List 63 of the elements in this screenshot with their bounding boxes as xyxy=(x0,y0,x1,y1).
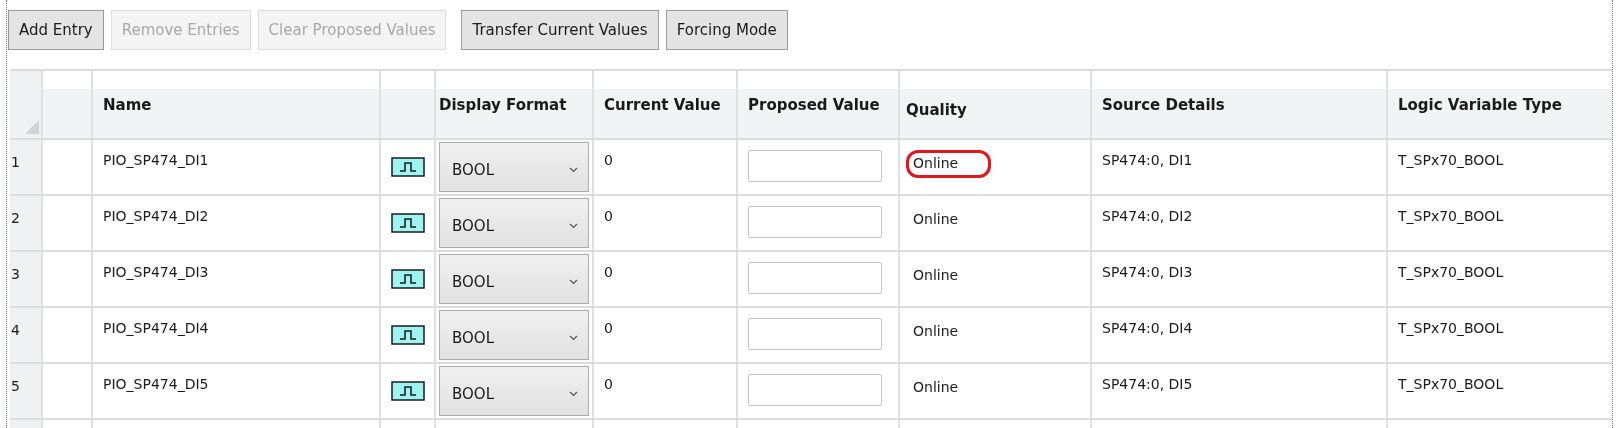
toolbar-button[interactable]: Forcing Mode xyxy=(665,10,788,50)
select-all-corner-icon[interactable] xyxy=(25,120,39,134)
row-header[interactable]: 3 xyxy=(10,252,43,306)
display-format-dropdown[interactable]: BOOL xyxy=(439,142,589,192)
proposed-value-field[interactable] xyxy=(748,150,882,182)
display-format-dropdown[interactable]: BOOL xyxy=(439,366,589,416)
table-cell-text: T_SPx70_BOOL xyxy=(1398,376,1504,394)
table-cell-text: SP474:0, DI1 xyxy=(1102,152,1193,170)
pulse-wave-icon[interactable] xyxy=(390,381,425,401)
proposed-value-field[interactable] xyxy=(748,374,882,406)
table-cell-text: Online xyxy=(912,322,960,341)
column-header[interactable]: Quality xyxy=(900,71,1092,138)
table-cell-text: 0 xyxy=(604,320,613,338)
table-cell-text: PIO_SP474_DI1 xyxy=(103,152,209,170)
table-cell-text: SP474:0, DI5 xyxy=(1102,376,1193,394)
table-cell-text: PIO_SP474_DI2 xyxy=(103,208,209,226)
table-cell-text: T_SPx70_BOOL xyxy=(1398,264,1504,282)
chevron-down-icon xyxy=(569,223,578,229)
row-header[interactable]: 2 xyxy=(10,196,43,250)
column-header[interactable]: Display Format xyxy=(436,71,594,138)
table-cell-text: SP474:0, DI3 xyxy=(1102,264,1193,282)
empty-column-header[interactable] xyxy=(43,71,93,138)
pulse-wave-icon[interactable] xyxy=(390,269,425,289)
column-header[interactable]: Current Value xyxy=(594,71,738,138)
table-cell-text: PIO_SP474_DI3 xyxy=(103,264,209,282)
row-header[interactable]: 4 xyxy=(10,308,43,362)
table-cell-text: 0 xyxy=(604,264,613,282)
column-header[interactable]: Proposed Value xyxy=(738,71,900,138)
table-cell-text: T_SPx70_BOOL xyxy=(1398,152,1504,170)
table-cell-text: SP474:0, DI4 xyxy=(1102,320,1193,338)
column-header[interactable]: Name xyxy=(93,71,381,138)
table-cell-text: Online xyxy=(912,210,960,229)
proposed-value-field[interactable] xyxy=(748,206,882,238)
table-cell-text: T_SPx70_BOOL xyxy=(1398,320,1504,338)
table-cell-text: PIO_SP474_DI4 xyxy=(103,320,209,338)
column-header[interactable]: Source Details xyxy=(1092,71,1388,138)
display-format-dropdown[interactable]: BOOL xyxy=(439,198,589,248)
pulse-wave-icon[interactable] xyxy=(390,157,425,177)
pulse-wave-icon[interactable] xyxy=(390,213,425,233)
table-cell-text: 0 xyxy=(604,152,613,170)
table-cell-text: PIO_SP474_DI5 xyxy=(103,376,209,394)
empty-column-header[interactable] xyxy=(381,71,436,138)
chevron-down-icon xyxy=(569,335,578,341)
chevron-down-icon xyxy=(569,279,578,285)
table-cell: Online xyxy=(906,150,992,178)
display-format-dropdown[interactable]: BOOL xyxy=(439,310,589,360)
table-cell-text: 0 xyxy=(604,376,613,394)
table-cell-text: T_SPx70_BOOL xyxy=(1398,208,1504,226)
table-cell-text: Online xyxy=(912,378,960,397)
row-header[interactable]: 1 xyxy=(10,140,43,194)
table-cell-text: SP474:0, DI2 xyxy=(1102,208,1193,226)
display-format-dropdown[interactable]: BOOL xyxy=(439,254,589,304)
table-cell-text: 0 xyxy=(604,208,613,226)
row-header[interactable]: 5 xyxy=(10,364,43,418)
chevron-down-icon xyxy=(569,391,578,397)
toolbar-button[interactable]: Transfer Current Values xyxy=(461,10,659,50)
row-header-corner[interactable] xyxy=(10,71,43,138)
pulse-wave-icon[interactable] xyxy=(390,325,425,345)
table-cell-text: Online xyxy=(912,266,960,285)
chevron-down-icon xyxy=(569,167,578,173)
toolbar-button[interactable]: Add Entry xyxy=(8,10,104,50)
proposed-value-field[interactable] xyxy=(748,318,882,350)
proposed-value-field[interactable] xyxy=(748,262,882,294)
